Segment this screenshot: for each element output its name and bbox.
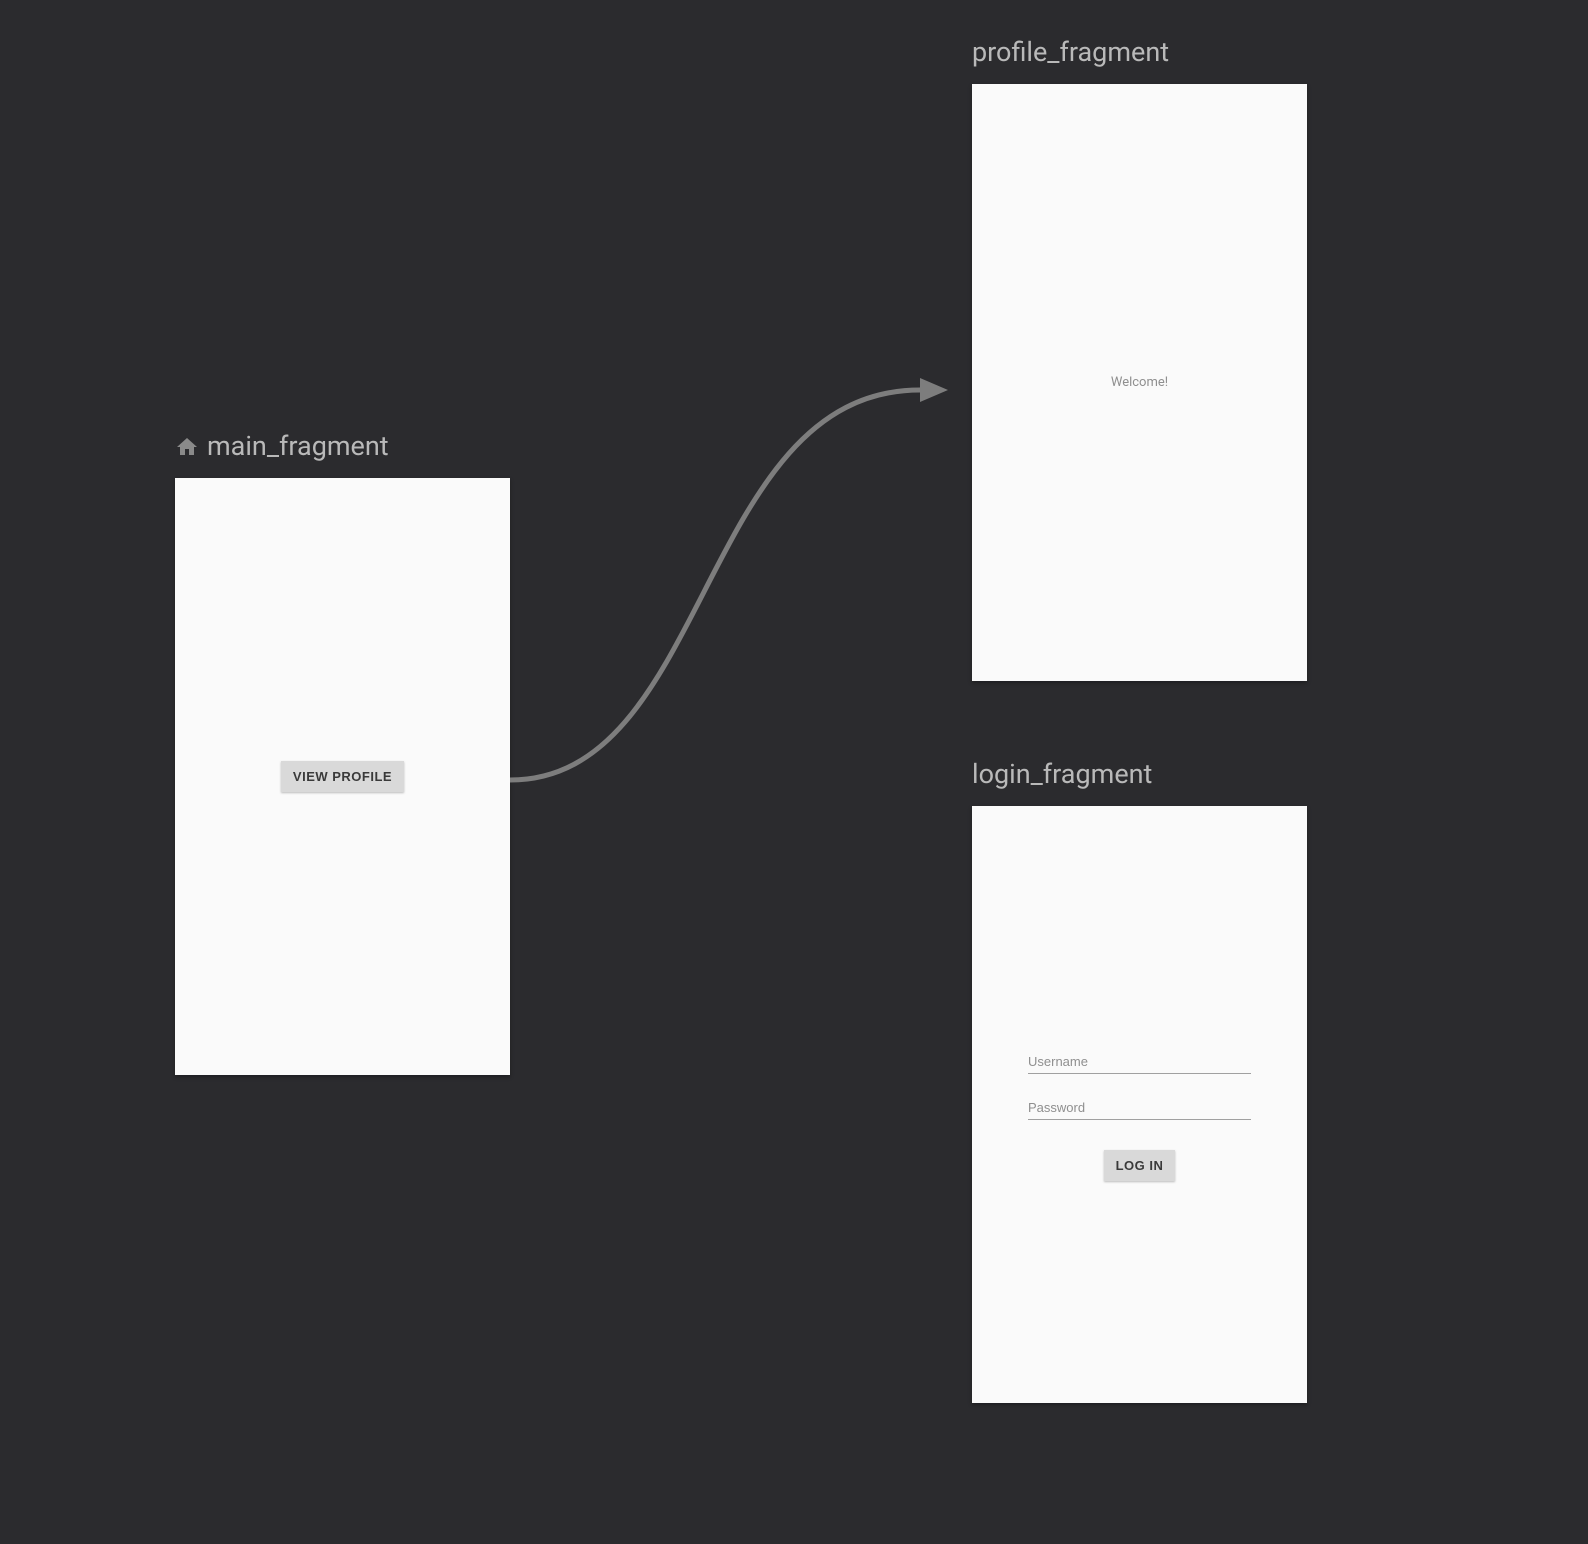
main-fragment-screen: VIEW PROFILE (175, 478, 510, 1075)
welcome-text: Welcome! (1111, 375, 1168, 390)
nav-action-arrow (510, 370, 970, 810)
main-fragment-label-row: main_fragment (175, 430, 510, 462)
main-fragment-label: main_fragment (207, 430, 389, 462)
view-profile-button[interactable]: VIEW PROFILE (281, 761, 404, 792)
profile-fragment-screen: Welcome! (972, 84, 1307, 681)
login-fragment-node[interactable]: login_fragment LOG IN (972, 758, 1307, 1403)
profile-fragment-node[interactable]: profile_fragment Welcome! (972, 36, 1307, 681)
navigation-graph-canvas: main_fragment VIEW PROFILE profile_fragm… (0, 0, 1588, 1544)
login-button-row: LOG IN (1028, 1150, 1251, 1181)
login-fragment-screen: LOG IN (972, 806, 1307, 1403)
login-fragment-label-row: login_fragment (972, 758, 1307, 790)
home-icon (175, 434, 199, 458)
main-fragment-node[interactable]: main_fragment VIEW PROFILE (175, 430, 510, 1075)
login-fragment-label: login_fragment (972, 758, 1152, 790)
password-field[interactable] (1028, 1096, 1251, 1120)
login-button[interactable]: LOG IN (1104, 1150, 1176, 1181)
profile-fragment-label-row: profile_fragment (972, 36, 1307, 68)
username-field[interactable] (1028, 1050, 1251, 1074)
profile-fragment-label: profile_fragment (972, 36, 1169, 68)
